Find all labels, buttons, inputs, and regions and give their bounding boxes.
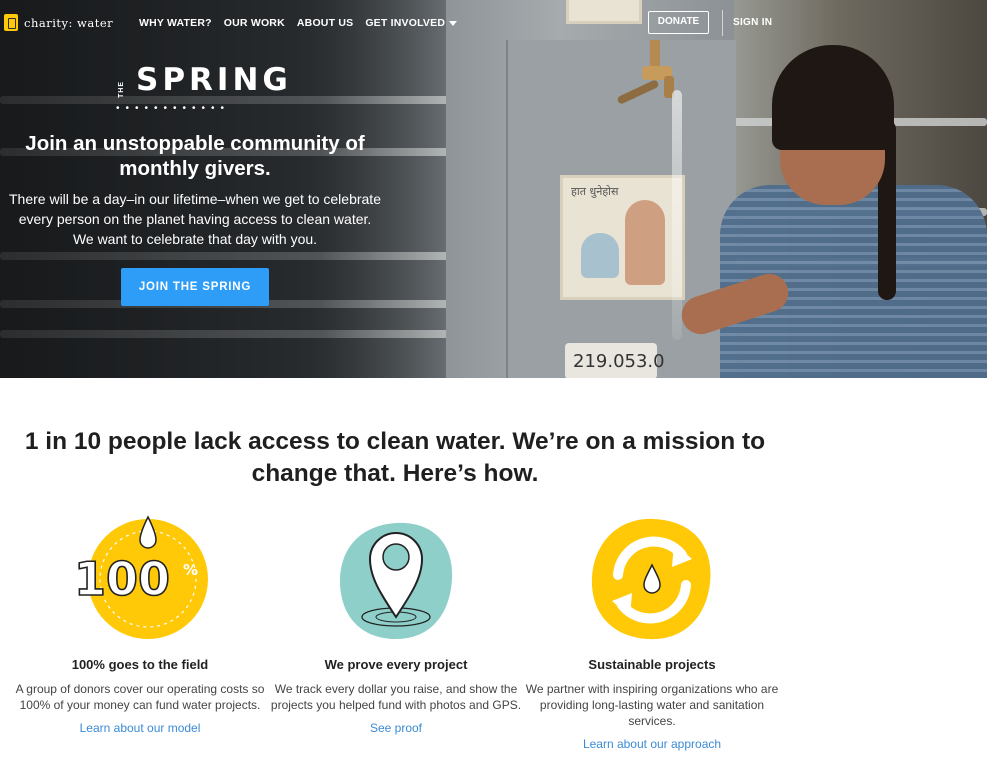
see-proof-link[interactable]: See proof: [266, 721, 526, 735]
card-title: We prove every project: [324, 657, 468, 672]
card-description: We track every dollar you raise, and sho…: [270, 682, 522, 712]
the-spring-logo: THE SPRING ••••••••••••: [110, 62, 288, 114]
nav-links: WHY WATER? OUR WORK ABOUT US GET INVOLVE…: [139, 17, 458, 29]
tile-text: हात धुनेहोस: [571, 185, 619, 198]
girl-photo: [676, 40, 987, 378]
recycle-drop-icon: [582, 515, 722, 645]
nav-divider: [722, 10, 723, 36]
brand-word: SPRING: [136, 62, 292, 98]
learn-about-our-model-link[interactable]: Learn about our model: [10, 721, 270, 735]
nav-link-our-work[interactable]: OUR WORK: [224, 17, 285, 29]
hero-heading: Join an unstoppable community of monthly…: [25, 132, 365, 180]
nav-link-get-involved-label: GET INVOLVED: [365, 17, 446, 29]
svg-text:%: %: [183, 561, 198, 579]
sign-in-link[interactable]: SIGN IN: [733, 17, 772, 28]
id-plate: 219.053.0: [565, 343, 665, 378]
water-stream: [672, 90, 682, 340]
nav-link-why-water[interactable]: WHY WATER?: [139, 17, 212, 29]
learn-about-our-approach-link[interactable]: Learn about our approach: [522, 737, 782, 751]
feature-card-prove: We prove every project We track every do…: [266, 515, 526, 735]
handwashing-tile: हात धुनेहोस: [560, 175, 685, 300]
top-nav: charity: water WHY WATER? OUR WORK ABOUT…: [0, 0, 987, 46]
hundred-percent-icon: 100 %: [70, 515, 210, 645]
hero-subtext: There will be a day–in our lifetime–when…: [9, 191, 381, 247]
nav-link-about-us[interactable]: ABOUT US: [297, 17, 353, 29]
jerrycan-icon: [4, 14, 18, 31]
card-title: Sustainable projects: [588, 657, 716, 672]
card-description: A group of donors cover our operating co…: [15, 682, 265, 712]
donate-button[interactable]: DONATE: [648, 11, 709, 34]
logo[interactable]: charity: water: [4, 14, 113, 31]
nav-link-get-involved[interactable]: GET INVOLVED: [365, 17, 458, 29]
card-description: We partner with inspiring organizations …: [525, 682, 779, 728]
map-pin-icon: [326, 515, 466, 645]
svg-text:100: 100: [74, 552, 170, 606]
join-the-spring-button[interactable]: JOIN THE SPRING: [121, 268, 269, 306]
logo-text: charity: water: [24, 15, 114, 30]
brand-dots: ••••••••••••: [116, 103, 231, 114]
mission-heading: 1 in 10 people lack access to clean wate…: [24, 428, 766, 487]
feature-card-sustainable: Sustainable projects We partner with ins…: [522, 515, 782, 751]
feature-card-100-percent: 100 % 100% goes to the field A group of …: [10, 515, 270, 735]
chevron-down-icon: [449, 20, 458, 26]
card-title: 100% goes to the field: [71, 657, 209, 672]
brand-small: THE: [118, 81, 125, 98]
